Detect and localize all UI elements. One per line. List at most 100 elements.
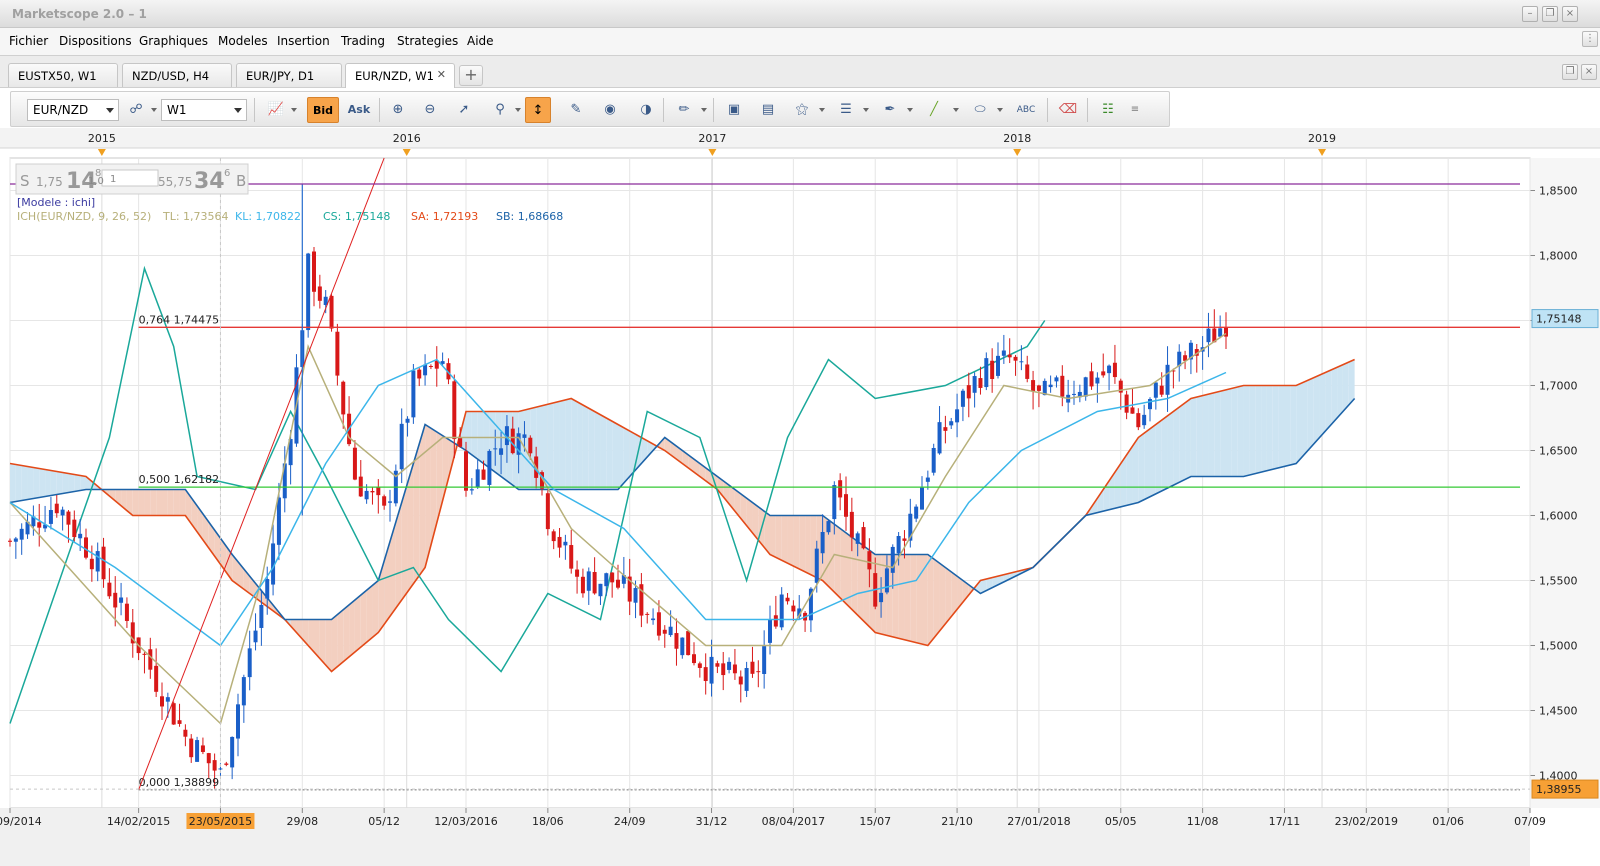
chart-canvas[interactable]: 201520162017201820191,85001,80001,75001,… <box>0 128 1600 866</box>
text-label-icon[interactable]: ABC <box>1013 97 1039 123</box>
menu-modeles[interactable]: Modeles <box>218 34 268 48</box>
bear-candle <box>452 381 457 440</box>
tab-label: NZD/USD, H4 <box>132 69 210 83</box>
bull-candle <box>925 477 930 482</box>
bull-candle <box>306 253 311 331</box>
kumo-segment <box>781 515 788 564</box>
indicator-legend-item: CS: 1,75148 <box>323 210 390 223</box>
trendline-icon[interactable]: ╱ <box>921 97 947 123</box>
crosshair-icon[interactable]: ↕ <box>525 97 551 123</box>
menu-insertion[interactable]: Insertion <box>277 34 330 48</box>
bear-candle <box>978 378 983 388</box>
year-label: 2015 <box>88 132 116 145</box>
tab-label: EUR/JPY, D1 <box>246 69 315 83</box>
price-tick-label: 1,5500 <box>1539 575 1578 588</box>
fibonacci-level-label: 0,500 1,62182 <box>139 473 219 486</box>
fibonacci-icon[interactable]: ⚝ <box>789 97 815 123</box>
date-tick-label: 17/11 <box>1269 815 1301 828</box>
chart-type-icon[interactable]: 📈 <box>263 97 289 123</box>
add-instrument-icon[interactable]: ☍ <box>123 97 149 123</box>
properties-icon[interactable]: ✎ <box>563 97 589 123</box>
bear-candle <box>382 496 387 506</box>
bull-candle <box>996 355 1000 376</box>
bull-candle <box>1001 350 1006 356</box>
bear-candle <box>867 551 872 570</box>
bear-candle <box>861 527 866 549</box>
ask-button[interactable]: Ask <box>343 97 375 123</box>
menu-fichier[interactable]: Fichier <box>9 34 48 48</box>
image-icon[interactable]: ▣ <box>721 97 747 123</box>
bull-candle <box>651 618 656 621</box>
menu-strategies[interactable]: Strategies <box>397 34 458 48</box>
menu-dispositions[interactable]: Dispositions <box>59 34 132 48</box>
kumo-segment <box>80 475 86 491</box>
add-tab-button[interactable]: + <box>459 65 483 86</box>
bull-candle <box>19 528 24 540</box>
kumo-segment <box>582 405 589 490</box>
kumo-segment <box>39 468 46 498</box>
sell-price-small: 1,75 <box>36 175 63 189</box>
bear-candle <box>206 753 211 764</box>
tab-close-icon[interactable]: ✕ <box>437 68 446 81</box>
minimize-icon[interactable]: – <box>1522 6 1538 22</box>
restore-chart-icon[interactable]: ❐ <box>1562 64 1578 80</box>
bull-candle <box>1218 328 1223 337</box>
bull-candle <box>522 434 527 438</box>
bear-candle <box>616 579 620 588</box>
network-icon[interactable]: ☷ <box>1095 97 1121 123</box>
eye-icon[interactable]: ◉ <box>597 97 623 123</box>
zoom-area-icon[interactable]: ⚲ <box>487 97 513 123</box>
menu-trading[interactable]: Trading <box>341 34 385 48</box>
bid-button[interactable]: Bid <box>307 97 339 123</box>
template-icon[interactable]: ▤ <box>755 97 781 123</box>
tab-nzdusd[interactable]: NZD/USD, H4 <box>122 63 232 87</box>
zoom-in-icon[interactable]: ⊕ <box>385 97 411 123</box>
kumo-segment <box>179 489 186 516</box>
bear-candle <box>142 653 147 655</box>
kumo-segment <box>851 537 858 616</box>
instrument-select[interactable]: EUR/NZD <box>27 99 119 121</box>
bull-candle <box>1095 377 1100 384</box>
globe-icon[interactable]: ◑ <box>633 97 659 123</box>
bull-candle <box>95 551 100 572</box>
menu-overflow-icon[interactable]: ⋮ <box>1582 31 1598 47</box>
bull-candle <box>119 597 124 603</box>
bull-candle <box>814 548 819 583</box>
zoom-out-icon[interactable]: ⊖ <box>417 97 443 123</box>
kumo-segment <box>1132 437 1139 504</box>
kumo-segment <box>623 427 630 483</box>
bear-candle <box>569 545 574 569</box>
bull-candle <box>388 501 392 503</box>
tab-eurnzd[interactable]: EUR/NZD, W1 ✕ <box>345 63 455 88</box>
date-tick-label: 27/01/2018 <box>1007 815 1070 828</box>
date-tick-label: 24/09 <box>614 815 646 828</box>
ruler-icon[interactable]: ✏ <box>671 97 697 123</box>
timeframe-select[interactable]: W1 <box>161 99 247 121</box>
bear-candle <box>335 331 340 376</box>
bear-candle <box>171 703 176 725</box>
bull-candle <box>411 370 416 418</box>
bull-candle <box>855 533 860 544</box>
kumo-segment <box>793 515 800 569</box>
price-chart[interactable]: 201520162017201820191,85001,80001,75001,… <box>0 128 1600 866</box>
menu-aide[interactable]: Aide <box>467 34 494 48</box>
eraser-icon[interactable]: ⌫ <box>1055 97 1081 123</box>
more-icon[interactable]: ≡ <box>1127 97 1143 123</box>
tab-eurjpy[interactable]: EUR/JPY, D1 <box>236 63 342 87</box>
bear-candle <box>838 480 843 498</box>
ellipse-icon[interactable]: ⬭ <box>967 97 993 123</box>
horizontal-lines-icon[interactable]: ☰ <box>833 97 859 123</box>
bear-candle <box>1013 356 1018 361</box>
menu-graphiques[interactable]: Graphiques <box>139 34 208 48</box>
cursor-icon[interactable]: ➚ <box>451 97 477 123</box>
kumo-segment <box>594 411 601 490</box>
close-chart-icon[interactable]: × <box>1581 64 1597 80</box>
kumo-segment <box>372 580 379 638</box>
close-icon[interactable]: × <box>1562 6 1578 22</box>
tab-eustx50[interactable]: EUSTX50, W1 <box>8 63 118 87</box>
bull-candle <box>709 656 714 684</box>
bear-candle <box>154 665 159 692</box>
pen-icon[interactable]: ✒ <box>877 97 903 123</box>
kumo-segment <box>343 604 350 662</box>
restore-icon[interactable]: ❐ <box>1542 6 1558 22</box>
